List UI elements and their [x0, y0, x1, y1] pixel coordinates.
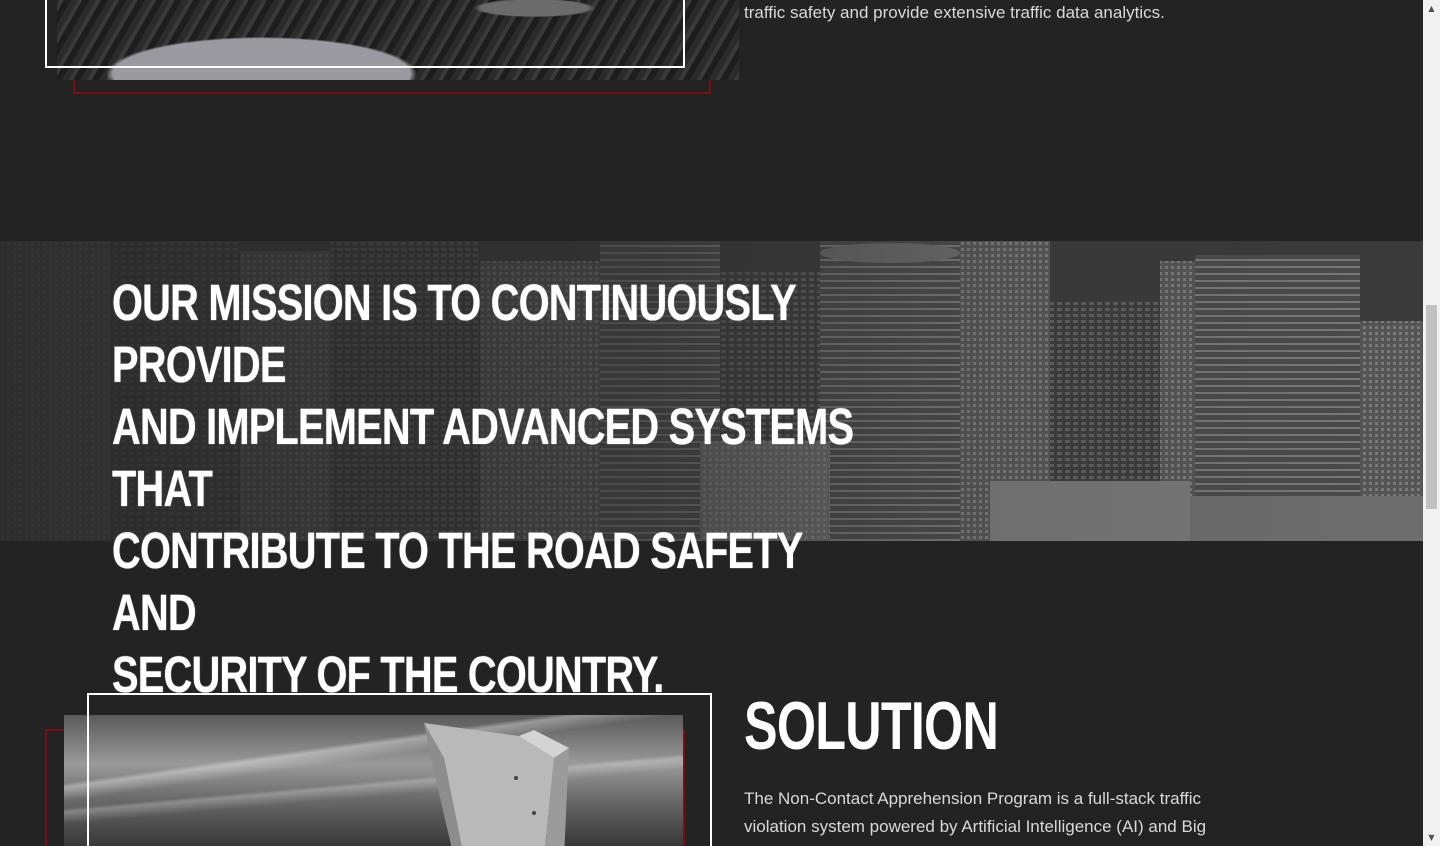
mission-line-3: CONTRIBUTE TO THE ROAD SAFETY AND [112, 522, 803, 641]
intro-image-white-frame [45, 0, 685, 68]
intro-paragraph: traffic safety and provide extensive tra… [744, 3, 1165, 22]
page: traffic safety and provide extensive tra… [0, 0, 1423, 846]
intro-image-block [45, 0, 739, 100]
mission-statement: OUR MISSION IS TO CONTINUOUSLY PROVIDE A… [112, 272, 892, 706]
mission-line-1: OUR MISSION IS TO CONTINUOUSLY PROVIDE [112, 274, 796, 393]
solution-paragraph: The Non-Contact Apprehension Program is … [744, 789, 1207, 836]
solution-heading: SOLUTION [744, 688, 999, 764]
scroll-down-arrow-icon[interactable]: ▼ [1423, 829, 1440, 846]
scroll-up-arrow-icon[interactable]: ▲ [1423, 0, 1440, 17]
solution-image-white-frame [87, 693, 712, 846]
scrollbar-thumb[interactable] [1426, 305, 1437, 509]
mission-line-2: AND IMPLEMENT ADVANCED SYSTEMS THAT [112, 398, 854, 517]
page-scrollbar[interactable]: ▲ ▼ [1423, 0, 1440, 846]
